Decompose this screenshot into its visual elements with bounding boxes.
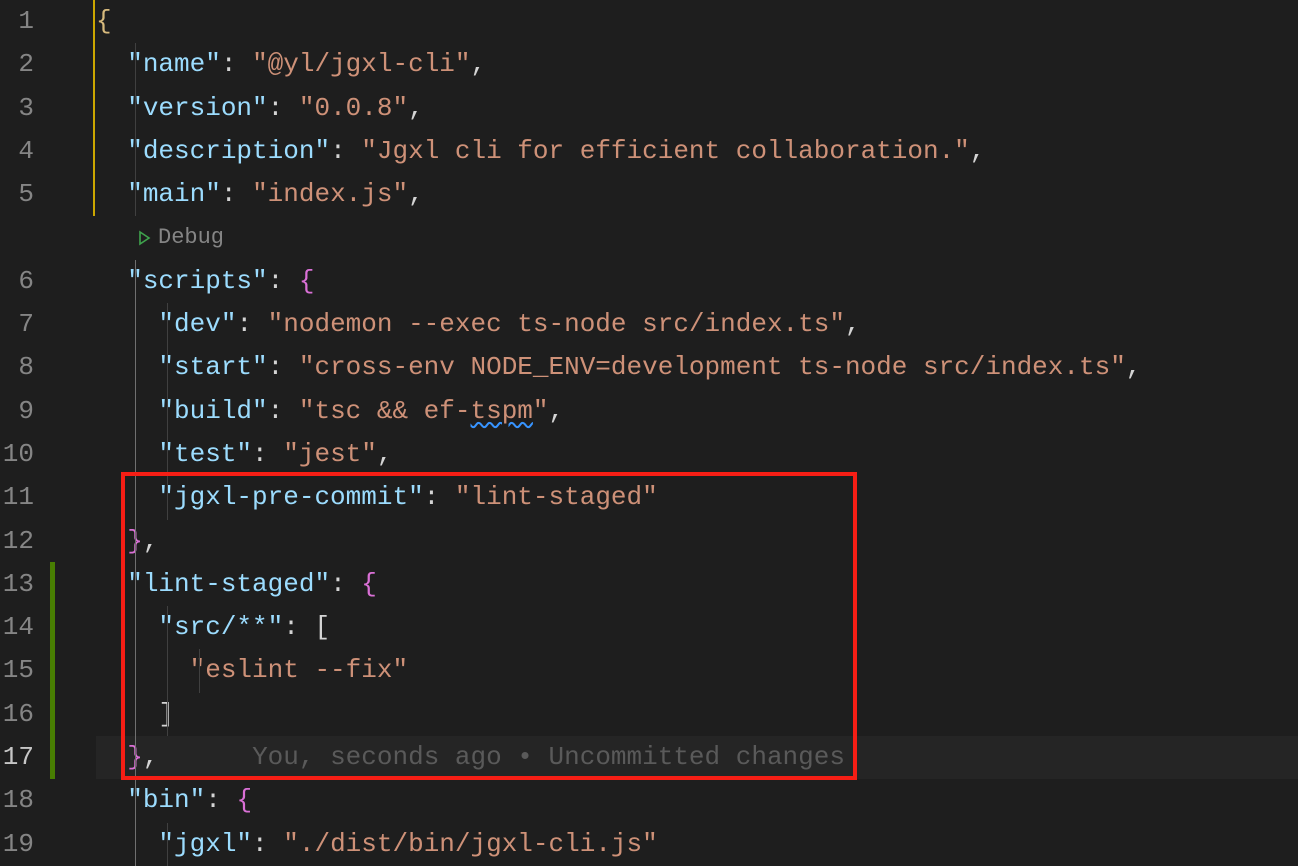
- line-number: 18: [0, 779, 34, 822]
- code-line[interactable]: "test": "jest",: [96, 433, 1298, 476]
- code-line[interactable]: "bin": {: [96, 779, 1298, 822]
- line-number: 12: [0, 520, 34, 563]
- spell-warning: tspm: [471, 396, 533, 426]
- line-number: 3: [0, 87, 34, 130]
- line-number: 13: [0, 563, 34, 606]
- line-number: 15: [0, 649, 34, 692]
- debug-codelens[interactable]: Debug: [96, 216, 1298, 259]
- code-line[interactable]: },: [96, 520, 1298, 563]
- git-added-marker: [50, 562, 55, 779]
- code-line[interactable]: "eslint --fix": [96, 649, 1298, 692]
- line-number: 8: [0, 346, 34, 389]
- code-line[interactable]: "build": "tsc && ef-tspm",: [96, 390, 1298, 433]
- code-line[interactable]: "src/**": [: [96, 606, 1298, 649]
- git-blame-annotation: You, seconds ago • Uncommitted changes: [252, 742, 845, 772]
- line-number: 2: [0, 43, 34, 86]
- line-number: 4: [0, 130, 34, 173]
- play-icon: [136, 230, 152, 246]
- code-line[interactable]: }, You, seconds ago • Uncommitted change…: [96, 736, 1298, 779]
- line-number: 7: [0, 303, 34, 346]
- line-number: 19: [0, 823, 34, 866]
- code-line[interactable]: "dev": "nodemon --exec ts-node src/index…: [96, 303, 1298, 346]
- code-line[interactable]: "lint-staged": {: [96, 563, 1298, 606]
- line-number-gutter: 1 2 3 4 5 6 7 8 9 10 11 12 13 14 15 16 1…: [0, 0, 56, 866]
- line-number: 16: [0, 693, 34, 736]
- code-area[interactable]: { "name": "@yl/jgxl-cli", "version": "0.…: [56, 0, 1298, 866]
- code-line[interactable]: ]: [96, 693, 1298, 736]
- code-line[interactable]: "jgxl": "./dist/bin/jgxl-cli.js": [96, 823, 1298, 866]
- code-line[interactable]: "version": "0.0.8",: [96, 87, 1298, 130]
- line-number: 5: [0, 173, 34, 216]
- line-number: 10: [0, 433, 34, 476]
- code-line[interactable]: "description": "Jgxl cli for efficient c…: [96, 130, 1298, 173]
- line-number: 1: [0, 0, 34, 43]
- code-line[interactable]: "scripts": {: [96, 260, 1298, 303]
- code-editor[interactable]: 1 2 3 4 5 6 7 8 9 10 11 12 13 14 15 16 1…: [0, 0, 1298, 866]
- code-line[interactable]: {: [96, 0, 1298, 43]
- line-number: 9: [0, 390, 34, 433]
- code-line[interactable]: "main": "index.js",: [96, 173, 1298, 216]
- line-number: 6: [0, 260, 34, 303]
- code-line[interactable]: "jgxl-pre-commit": "lint-staged": [96, 476, 1298, 519]
- line-number: 17: [0, 736, 34, 779]
- line-number: 14: [0, 606, 34, 649]
- line-number: 11: [0, 476, 34, 519]
- code-line[interactable]: "name": "@yl/jgxl-cli",: [96, 43, 1298, 86]
- code-line[interactable]: "start": "cross-env NODE_ENV=development…: [96, 346, 1298, 389]
